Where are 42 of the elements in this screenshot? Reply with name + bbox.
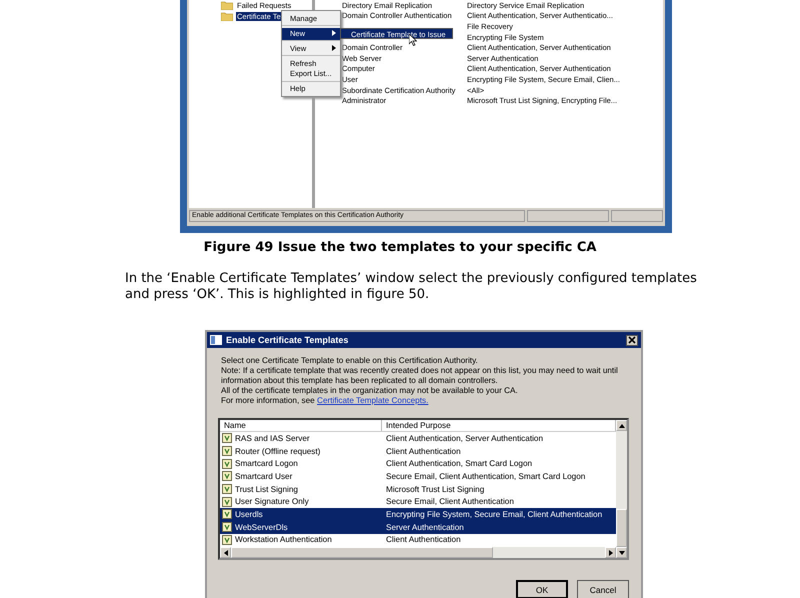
- certificate-icon: [222, 496, 232, 507]
- list-row[interactable]: WebServerDls Server Authentication: [220, 520, 616, 534]
- help-link[interactable]: Certificate Template Concepts.: [317, 396, 428, 405]
- certificate-icon: [222, 433, 232, 444]
- submenu-arrow-icon: [332, 45, 336, 51]
- window-icon: [210, 335, 222, 345]
- scroll-right-icon[interactable]: [608, 550, 612, 556]
- certificate-icon: [222, 509, 232, 520]
- figure-caption: Figure 49 Issue the two templates to your specific CA: [202, 240, 598, 255]
- certificate-icon: [222, 471, 232, 482]
- scroll-down-icon[interactable]: [618, 550, 624, 554]
- instruction-text: Select one Certificate Template to enable on this Certification Authority.: [221, 356, 479, 366]
- dialog-button[interactable]: Cancel: [577, 580, 629, 598]
- list-row[interactable]: Smartcard User Secure Email, Client Authentication, Smart Card Logon: [220, 470, 616, 483]
- list-row[interactable]: Smartcard Logon Client Authentication, Smart Card Logon: [220, 457, 616, 470]
- vertical-scrollbar[interactable]: [616, 420, 627, 558]
- folder-icon: [221, 1, 233, 10]
- dialog-button[interactable]: OK: [516, 580, 568, 598]
- list-row[interactable]: User Signature Only Secure Email, Client Authentication: [220, 495, 616, 508]
- instruction-text: All of the certificate templates in the organization may not be available to your CA.: [221, 386, 519, 396]
- horizontal-scrollbar[interactable]: [220, 547, 616, 558]
- list-row[interactable]: Workstation Authentication Client Authentication: [220, 534, 616, 546]
- list-row[interactable]: Userdls Encrypting File System, Secure Email, Client Authentication: [220, 508, 616, 521]
- list-row[interactable]: Trust List Signing Microsoft Trust List Signing: [220, 482, 616, 496]
- window-title: Enable Certificate Templates: [226, 335, 350, 345]
- certificate-icon: [222, 484, 232, 494]
- certificate-icon: [222, 458, 232, 469]
- certificate-icon: [222, 534, 232, 545]
- certificate-icon: [222, 522, 232, 532]
- instruction-text: Note: If a certificate template that was recently created does not appear on this list, you may need to wait until information about this template has been replicated to all domain controllers.: [221, 366, 619, 386]
- submenu-arrow-icon: [332, 30, 336, 36]
- certificate-icon: [222, 446, 232, 456]
- status-panel: [611, 210, 663, 222]
- column-header[interactable]: Name: [220, 420, 382, 431]
- instruction-text: For more information, see: [221, 396, 315, 405]
- scroll-left-icon[interactable]: [224, 550, 228, 556]
- scroll-up-icon[interactable]: [618, 424, 624, 428]
- body-paragraph: In the ‘Enable Certificate Templates’ window select the previously configured templates and press ‘OK’. This is highlighted in figure 50.: [125, 271, 698, 303]
- list-row[interactable]: RAS and IAS Server Client Authentication, Server Authentication: [220, 432, 616, 445]
- folder-icon: [221, 12, 233, 21]
- close-button[interactable]: [626, 334, 638, 346]
- list-row[interactable]: Router (Offline request) Client Authentication: [220, 444, 616, 458]
